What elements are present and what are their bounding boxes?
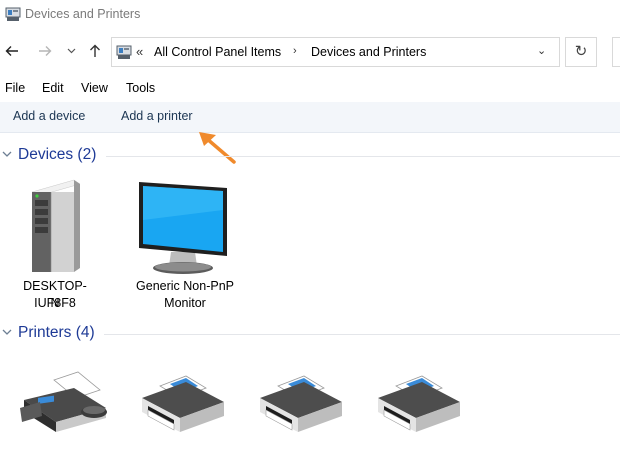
device-generic-monitor[interactable]: Generic Non-PnP Monitor bbox=[130, 176, 240, 316]
chevron-collapse-icon[interactable] bbox=[1, 326, 13, 340]
back-button[interactable] bbox=[5, 44, 19, 62]
computer-tower-icon bbox=[31, 179, 81, 272]
printer-1[interactable] bbox=[134, 372, 234, 442]
search-box[interactable] bbox=[612, 37, 620, 67]
title-bar: Devices and Printers bbox=[0, 0, 620, 30]
arrow-up-icon bbox=[90, 44, 100, 57]
printer-icon bbox=[378, 375, 460, 432]
address-dropdown-chevron-icon[interactable]: ⌄ bbox=[537, 44, 546, 57]
chevron-collapse-icon[interactable] bbox=[1, 148, 13, 162]
refresh-button[interactable]: ↻ bbox=[565, 37, 597, 67]
control-panel-icon bbox=[116, 44, 132, 65]
printer-3[interactable] bbox=[370, 372, 470, 442]
menu-file[interactable]: File bbox=[5, 81, 25, 95]
breadcrumb-separator-chevron-icon[interactable]: › bbox=[293, 45, 297, 57]
add-device-button[interactable]: Add a device bbox=[13, 109, 85, 123]
fax-icon bbox=[20, 371, 107, 432]
group-divider bbox=[106, 156, 620, 157]
breadcrumb-all-control-panel-items[interactable]: All Control Panel Items bbox=[154, 45, 281, 59]
printers-group-title: Printers (4) bbox=[18, 324, 95, 341]
up-button[interactable] bbox=[88, 44, 102, 62]
breadcrumb-devices-and-printers[interactable]: Devices and Printers bbox=[311, 45, 426, 59]
breadcrumb-overflow-button[interactable]: « bbox=[136, 44, 143, 59]
add-printer-button[interactable]: Add a printer bbox=[121, 109, 193, 123]
printer-icon bbox=[142, 375, 224, 432]
address-bar[interactable]: « All Control Panel Items › Devices and … bbox=[111, 37, 560, 67]
devices-group-header[interactable]: Devices (2) bbox=[0, 146, 620, 166]
window-title: Devices and Printers bbox=[25, 7, 141, 21]
device-label-line2: Monitor bbox=[164, 296, 206, 310]
device-desktop[interactable]: DESKTOP-IUF8F8 N bbox=[10, 176, 100, 316]
menu-view[interactable]: View bbox=[81, 81, 108, 95]
menu-edit[interactable]: Edit bbox=[42, 81, 64, 95]
monitor-icon bbox=[139, 182, 227, 274]
menu-bar: File Edit View Tools bbox=[0, 80, 620, 98]
device-label-line2: N bbox=[50, 296, 60, 310]
device-label-line1: Generic Non-PnP bbox=[136, 279, 234, 293]
navigation-bar: « All Control Panel Items › Devices and … bbox=[0, 36, 620, 70]
forward-button[interactable] bbox=[38, 44, 52, 62]
refresh-icon: ↻ bbox=[574, 43, 588, 60]
devices-group-title: Devices (2) bbox=[18, 146, 97, 163]
devices-printers-app-icon bbox=[5, 6, 21, 27]
menu-tools[interactable]: Tools bbox=[126, 81, 155, 95]
printer-fax[interactable] bbox=[16, 370, 116, 440]
chevron-down-icon bbox=[67, 48, 76, 54]
arrow-left-icon bbox=[5, 46, 18, 56]
printer-icon bbox=[260, 375, 342, 432]
command-bar: Add a device Add a printer bbox=[0, 102, 620, 133]
printers-group-header[interactable]: Printers (4) bbox=[0, 324, 620, 344]
arrow-right-icon bbox=[39, 46, 52, 56]
recent-locations-button[interactable] bbox=[67, 44, 76, 60]
printer-2[interactable] bbox=[252, 372, 352, 442]
group-divider bbox=[104, 334, 620, 335]
